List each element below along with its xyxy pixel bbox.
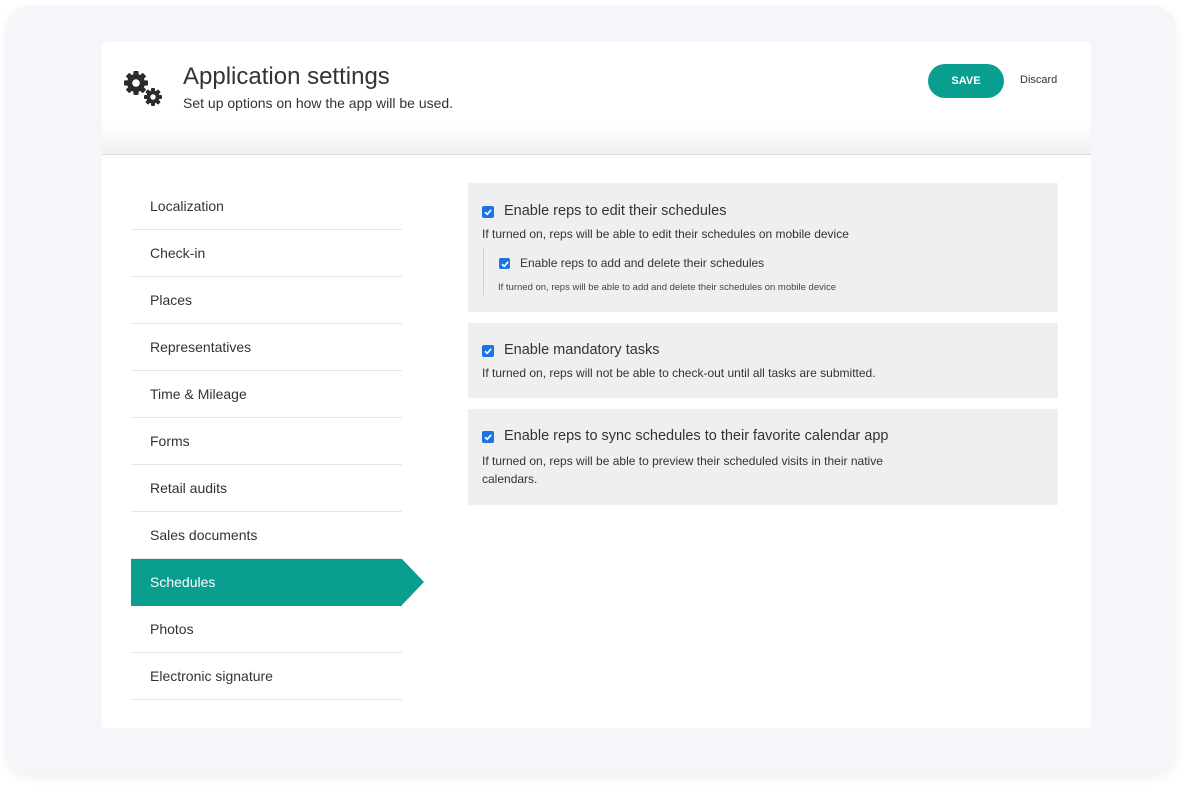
gears-icon (122, 68, 168, 108)
setting-panel-edit-schedules: Enable reps to edit their schedules If t… (468, 183, 1058, 312)
setting-panel-sync-calendar: Enable reps to sync schedules to their f… (468, 409, 1058, 505)
sidebar-item-schedules[interactable]: Schedules (131, 559, 424, 606)
mandatory-tasks-checkbox[interactable] (482, 345, 494, 357)
settings-sidebar: Localization Check-in Places Representat… (131, 183, 424, 700)
sidebar-item-label: Forms (150, 433, 190, 449)
save-button[interactable]: SAVE (928, 64, 1004, 98)
sidebar-item-label: Retail audits (150, 480, 228, 496)
sidebar-item-label: Photos (150, 621, 194, 637)
sync-calendar-label: Enable reps to sync schedules to their f… (504, 428, 889, 444)
sidebar-item-label: Electronic signature (150, 668, 273, 684)
add-delete-schedules-description: If turned on, reps will be able to add a… (498, 282, 836, 293)
sidebar-item-electronic-signature[interactable]: Electronic signature (131, 653, 402, 700)
page-background: Application settings Set up options on h… (6, 6, 1176, 774)
discard-link[interactable]: Discard (1020, 74, 1057, 86)
check-icon (484, 348, 492, 355)
mandatory-tasks-label: Enable mandatory tasks (504, 342, 660, 358)
sidebar-item-representatives[interactable]: Representatives (131, 324, 402, 371)
sidebar-item-localization[interactable]: Localization (131, 183, 402, 230)
sidebar-item-label: Schedules (150, 574, 216, 590)
sidebar-item-label: Representatives (150, 339, 252, 355)
mandatory-tasks-description: If turned on, reps will not be able to c… (482, 366, 876, 380)
sidebar-item-check-in[interactable]: Check-in (131, 230, 402, 277)
sidebar-item-photos[interactable]: Photos (131, 606, 402, 653)
sidebar-item-label: Check-in (150, 245, 206, 261)
sidebar-item-forms[interactable]: Forms (131, 418, 402, 465)
settings-header: Application settings Set up options on h… (102, 42, 1091, 155)
check-icon (484, 434, 492, 441)
sub-option-divider (483, 247, 484, 295)
sidebar-item-places[interactable]: Places (131, 277, 402, 324)
page-title: Application settings (183, 63, 390, 90)
edit-schedules-label: Enable reps to edit their schedules (504, 203, 727, 219)
check-icon (484, 209, 492, 216)
sidebar-item-sales-documents[interactable]: Sales documents (131, 512, 402, 559)
sidebar-item-label: Time & Mileage (150, 386, 247, 402)
sidebar-item-label: Places (150, 292, 193, 308)
add-delete-schedules-checkbox[interactable] (499, 258, 510, 269)
sidebar-item-time-mileage[interactable]: Time & Mileage (131, 371, 402, 418)
sidebar-item-retail-audits[interactable]: Retail audits (131, 465, 402, 512)
add-delete-schedules-label: Enable reps to add and delete their sche… (520, 256, 765, 270)
sync-calendar-description-line1: If turned on, reps will be able to previ… (482, 454, 883, 468)
sync-calendar-description-line2: calendars. (482, 472, 538, 486)
sidebar-item-label: Localization (150, 198, 224, 214)
check-icon (500, 260, 509, 268)
settings-card: Application settings Set up options on h… (102, 42, 1091, 728)
sidebar-item-label: Sales documents (150, 527, 258, 543)
edit-schedules-checkbox[interactable] (482, 206, 494, 218)
edit-schedules-description: If turned on, reps will be able to edit … (482, 227, 849, 241)
page-subtitle: Set up options on how the app will be us… (183, 95, 454, 111)
setting-panel-mandatory-tasks: Enable mandatory tasks If turned on, rep… (468, 323, 1058, 398)
sync-calendar-checkbox[interactable] (482, 431, 494, 443)
